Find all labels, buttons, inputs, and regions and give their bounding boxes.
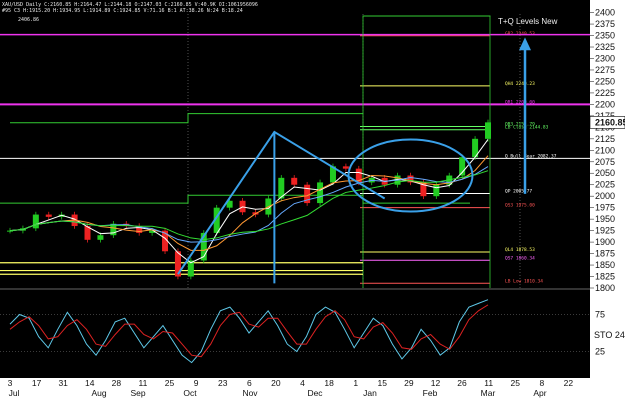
x-tick-label: 28 (112, 378, 122, 388)
y-tick-label: 2375 (595, 19, 615, 29)
x-tick-label: 20 (271, 378, 281, 388)
candle (485, 119, 491, 142)
candle-body (342, 166, 349, 169)
y-tick-label: 1800 (595, 283, 615, 293)
y-tick-label: 2325 (595, 42, 615, 52)
last-price-label: 2160.85 (595, 117, 625, 127)
level-label: QP 2005.77 (505, 189, 532, 195)
candle-body (317, 182, 324, 204)
x-tick-label: 12 (431, 378, 441, 388)
candle (304, 181, 311, 206)
month-label: Oct (183, 388, 197, 398)
x-tick-label: 6 (247, 378, 252, 388)
x-tick-label: 11 (484, 378, 493, 388)
candle (84, 223, 91, 243)
level-label: LB Low 1810.34 (505, 278, 543, 284)
level-label: GR2 2349.53 (505, 31, 535, 37)
month-label: Nov (242, 388, 258, 398)
y-tick-label: 2300 (595, 53, 615, 63)
x-tick-label: 26 (457, 378, 467, 388)
candle (317, 179, 324, 206)
y-tick-label: 2000 (595, 191, 615, 201)
study-label: T+Q Levels New (498, 17, 558, 26)
x-tick-label: 18 (324, 378, 334, 388)
x-tick-label: 4 (300, 378, 305, 388)
y-tick-label: 2100 (595, 145, 615, 155)
x-tick-label: 8 (539, 378, 544, 388)
x-tick-label: 23 (218, 378, 228, 388)
x-tick-label: 14 (85, 378, 95, 388)
y-tick-label: 2200 (595, 99, 615, 109)
y-tick-label: 2050 (595, 168, 615, 178)
y-tick-label: 1875 (595, 249, 615, 259)
x-tick-label: 25 (510, 378, 520, 388)
level-label: Q Bull Bear 2082.37 (505, 153, 557, 159)
candle-body (433, 184, 440, 197)
chart-window: XAU/USD Daily C:2160.85 H:2164.47 L:2144… (0, 0, 625, 400)
x-tick-label: 1 (353, 378, 358, 388)
level-label: QL4 1878.53 (505, 247, 535, 253)
price-chart[interactable]: XAU/USD Daily C:2160.85 H:2164.47 L:2144… (0, 0, 625, 400)
month-label: Mar (481, 388, 496, 398)
y-tick-label: 1925 (595, 226, 615, 236)
y-tick-label: 2025 (595, 180, 615, 190)
x-tick-label: 9 (194, 378, 199, 388)
month-label: Apr (533, 388, 546, 398)
x-tick-label: 29 (404, 378, 414, 388)
y-tick-label: 2250 (595, 76, 615, 86)
stoch-tick-label: 75 (595, 310, 605, 320)
month-label: Jan (363, 388, 377, 398)
y-tick-label: 1850 (595, 260, 615, 270)
candle-body (32, 214, 39, 229)
x-tick-label: 3 (8, 378, 13, 388)
y-tick-label: 2275 (595, 65, 615, 75)
y-tick-label: 2400 (595, 8, 615, 18)
month-label: Jul (9, 388, 20, 398)
y-tick-label: 2350 (595, 31, 615, 41)
candle (32, 211, 39, 232)
x-tick-label: 25 (165, 378, 175, 388)
x-tick-label: 15 (378, 378, 388, 388)
candle-body (291, 177, 298, 185)
month-label: Dec (307, 388, 323, 398)
chart-subtitle: #95 C3 H:1915.20 H:1934.95 L:1914.89 C:1… (2, 8, 243, 14)
month-label: Aug (91, 388, 106, 398)
level-label: QH4 2240.23 (505, 81, 535, 87)
x-tick-label: 31 (58, 378, 68, 388)
top-value-label: 2406.86 (18, 17, 39, 23)
y-tick-label: 1950 (595, 214, 615, 224)
candle-body (45, 214, 52, 217)
level-label: QS3 1975.00 (505, 203, 535, 209)
y-tick-label: 1900 (595, 237, 615, 247)
y-tick-label: 2075 (595, 157, 615, 167)
stoch-label: STO 24 (594, 330, 625, 340)
x-tick-label: 22 (564, 378, 574, 388)
x-tick-label: 11 (139, 378, 148, 388)
level-label: QS7 1860.34 (505, 255, 535, 261)
month-label: Sep (130, 388, 145, 398)
candle-body (485, 122, 491, 139)
level-label: LB Close 2144.83 (505, 125, 549, 131)
level-label: QR1 2200.00 (505, 99, 535, 105)
x-tick-label: 17 (32, 378, 42, 388)
y-tick-label: 1825 (595, 272, 615, 282)
y-tick-label: 2225 (595, 88, 615, 98)
stoch-tick-label: 25 (595, 347, 605, 357)
month-label: Feb (423, 388, 438, 398)
candle-body (97, 235, 104, 240)
y-tick-label: 1975 (595, 203, 615, 213)
y-tick-label: 2125 (595, 134, 615, 144)
